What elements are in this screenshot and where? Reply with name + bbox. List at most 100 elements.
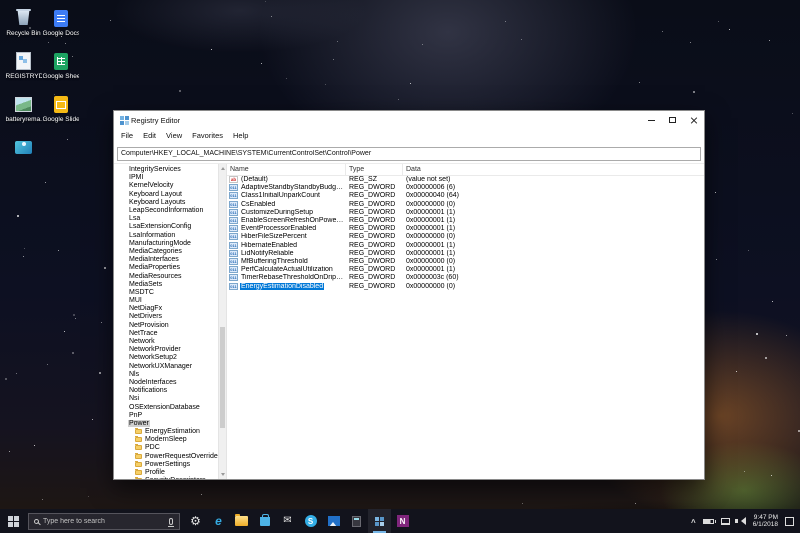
title-bar[interactable]: Registry Editor — [114, 111, 704, 129]
menu-help[interactable]: Help — [228, 131, 253, 140]
tree-node[interactable]: IntegrityServices — [114, 166, 218, 174]
tree-node[interactable]: Nls — [114, 370, 218, 378]
tree-node[interactable]: Lsa — [114, 215, 218, 223]
tree-node[interactable]: MediaInterfaces — [114, 256, 218, 264]
tree-node[interactable]: LeapSecondInformation — [114, 206, 218, 214]
tree-node[interactable]: SecurityDescriptors — [114, 477, 218, 479]
battery-icon[interactable] — [702, 518, 716, 524]
tree-node[interactable]: NetworkUXManager — [114, 362, 218, 370]
dword-value-icon: 011 — [229, 282, 238, 290]
tree-node[interactable]: OSExtensionDatabase — [114, 403, 218, 411]
taskbar-edge[interactable]: e — [207, 509, 230, 533]
scroll-down-icon[interactable] — [219, 470, 226, 479]
tree-node[interactable]: MediaResources — [114, 272, 218, 280]
tree-node[interactable]: NodeInterfaces — [114, 378, 218, 386]
tree-scrollbar[interactable] — [218, 163, 227, 479]
start-button[interactable] — [0, 509, 26, 533]
value-row[interactable]: ab (Default) REG_SZ (value not set) — [227, 176, 704, 184]
tree-node[interactable]: NetworkProvider — [114, 346, 218, 354]
tree-node[interactable]: Nsi — [114, 395, 218, 403]
tree-node[interactable]: PowerRequestOverride — [114, 452, 218, 460]
scroll-thumb[interactable] — [220, 327, 225, 429]
taskbar-calculator[interactable] — [345, 509, 368, 533]
desktop-icon-registry-file[interactable]: REGISTRYD... — [5, 51, 42, 81]
taskbar-photos[interactable] — [322, 509, 345, 533]
tree-node[interactable]: MediaSets — [114, 280, 218, 288]
desktop-icon-google-slides[interactable]: Google Slides — [42, 94, 79, 124]
tree-node[interactable]: NetProvision — [114, 321, 218, 329]
tree-node[interactable]: NetTrace — [114, 329, 218, 337]
value-row[interactable]: 011EnableScreenRefreshOnPowerButtonLon..… — [227, 216, 704, 225]
value-row[interactable]: 011 CustomizeDuringSetup REG_DWORD 0x000000… — [227, 208, 704, 216]
tree-node[interactable]: NetworkSetup2 — [114, 354, 218, 362]
action-center-icon[interactable] — [785, 516, 794, 526]
tree-node[interactable]: Network — [114, 337, 218, 345]
tree-node[interactable]: ManufacturingMode — [114, 239, 218, 247]
tree-node[interactable]: IPMI — [114, 174, 218, 182]
tree-node[interactable]: Keyboard Layouts — [114, 198, 218, 206]
minimize-button[interactable] — [641, 111, 662, 129]
star — [45, 182, 46, 183]
desktop-icon-google-sheets[interactable]: Google Sheets — [42, 51, 79, 81]
tree-node[interactable]: MediaCategories — [114, 247, 218, 255]
menu-edit[interactable]: Edit — [138, 131, 161, 140]
value-row[interactable]: 011 EventProcessorEnabled REG_DWORD 0x00000… — [227, 225, 704, 233]
column-header-data[interactable]: Data — [403, 164, 704, 175]
taskbar-onenote[interactable]: N — [391, 509, 414, 533]
menu-favorites[interactable]: Favorites — [187, 131, 228, 140]
desktop-icons: Recycle BinGoogle DocsREGISTRYD...Google… — [5, 8, 79, 167]
tree-node[interactable]: LsaExtensionConfig — [114, 223, 218, 231]
tree-node[interactable]: Keyboard Layout — [114, 190, 218, 198]
value-row[interactable]: 011 PerfCalculateActualUtilization REG_DWO… — [227, 266, 704, 274]
value-row[interactable]: 011 MfBufferingThreshold REG_DWORD 0x000000… — [227, 257, 704, 265]
address-input[interactable] — [117, 146, 701, 161]
desktop-icon-photo[interactable] — [5, 137, 42, 167]
search-input[interactable]: Type here to search — [28, 512, 180, 530]
tree-node[interactable]: NetDiagFx — [114, 305, 218, 313]
tree-node[interactable]: ModernSleep — [114, 436, 218, 444]
tree-node[interactable]: MediaProperties — [114, 264, 218, 272]
microphone-icon[interactable] — [168, 517, 174, 527]
tree-node[interactable]: Profile — [114, 468, 218, 476]
column-header-type[interactable]: Type — [346, 163, 403, 175]
value-row[interactable]: 011 LidNotifyReliable REG_DWORD 0x00000001 … — [227, 249, 704, 257]
volume-icon[interactable] — [734, 517, 746, 525]
taskbar-file-explorer[interactable] — [230, 509, 253, 533]
taskbar-skype[interactable]: S — [299, 509, 322, 533]
tree-node[interactable]: PowerSettings — [114, 460, 218, 468]
scroll-up-icon[interactable] — [219, 164, 226, 173]
value-row[interactable]: 011 EnergyEstimationDisabled REG_DWORD 0x00… — [227, 282, 704, 290]
taskbar-clock[interactable]: 9:47 PM 6/1/2018 — [753, 514, 778, 529]
value-row[interactable]: 011 Class1InitialUnparkCount REG_DWORD 0x00… — [227, 192, 704, 200]
value-row[interactable]: 011 TimerRebaseThresholdOnDripsExit REG_DW… — [227, 274, 704, 282]
tree-node[interactable]: MUI — [114, 297, 218, 305]
tree-node[interactable]: KernelVelocity — [114, 182, 218, 190]
network-icon[interactable] — [720, 517, 730, 525]
maximize-button[interactable] — [662, 111, 683, 129]
value-row[interactable]: 011 CsEnabled REG_DWORD 0x00000000 (0) — [227, 200, 704, 208]
column-header-name[interactable]: Name — [227, 163, 346, 175]
taskbar-registry-editor[interactable] — [368, 509, 391, 533]
value-row[interactable]: 011 HibernateEnabled REG_DWORD 0x00000001 (… — [227, 241, 704, 249]
desktop-icon-google-docs[interactable]: Google Docs — [42, 8, 79, 38]
tree-node[interactable]: MSDTC — [114, 288, 218, 296]
value-row[interactable]: 011 HiberFileSizePercent REG_DWORD 0x000000… — [227, 233, 704, 241]
tree-node[interactable]: Power — [114, 419, 218, 427]
hidden-icons-icon[interactable]: ^ — [691, 518, 696, 527]
tree-node[interactable]: PnP — [114, 411, 218, 419]
value-row[interactable]: 011AdaptiveStandbyStandbyBudgetAvgInter.… — [227, 184, 704, 192]
desktop-icon-image-file[interactable]: batteryrema... — [5, 94, 42, 124]
taskbar-mail[interactable]: ✉ — [276, 509, 299, 533]
tree-node[interactable]: NetDrivers — [114, 313, 218, 321]
taskbar-settings[interactable]: ⚙ — [184, 509, 207, 533]
desktop-icon-recycle-bin[interactable]: Recycle Bin — [5, 8, 42, 38]
scroll-track[interactable] — [219, 173, 226, 471]
tree-node[interactable]: EnergyEstimation — [114, 428, 218, 436]
menu-view[interactable]: View — [161, 131, 187, 140]
menu-file[interactable]: File — [116, 131, 138, 140]
taskbar-store[interactable] — [253, 509, 276, 533]
tree-node[interactable]: PDC — [114, 444, 218, 452]
close-button[interactable] — [683, 111, 704, 129]
tree-node[interactable]: LsaInformation — [114, 231, 218, 239]
tree-node[interactable]: Notifications — [114, 387, 218, 395]
